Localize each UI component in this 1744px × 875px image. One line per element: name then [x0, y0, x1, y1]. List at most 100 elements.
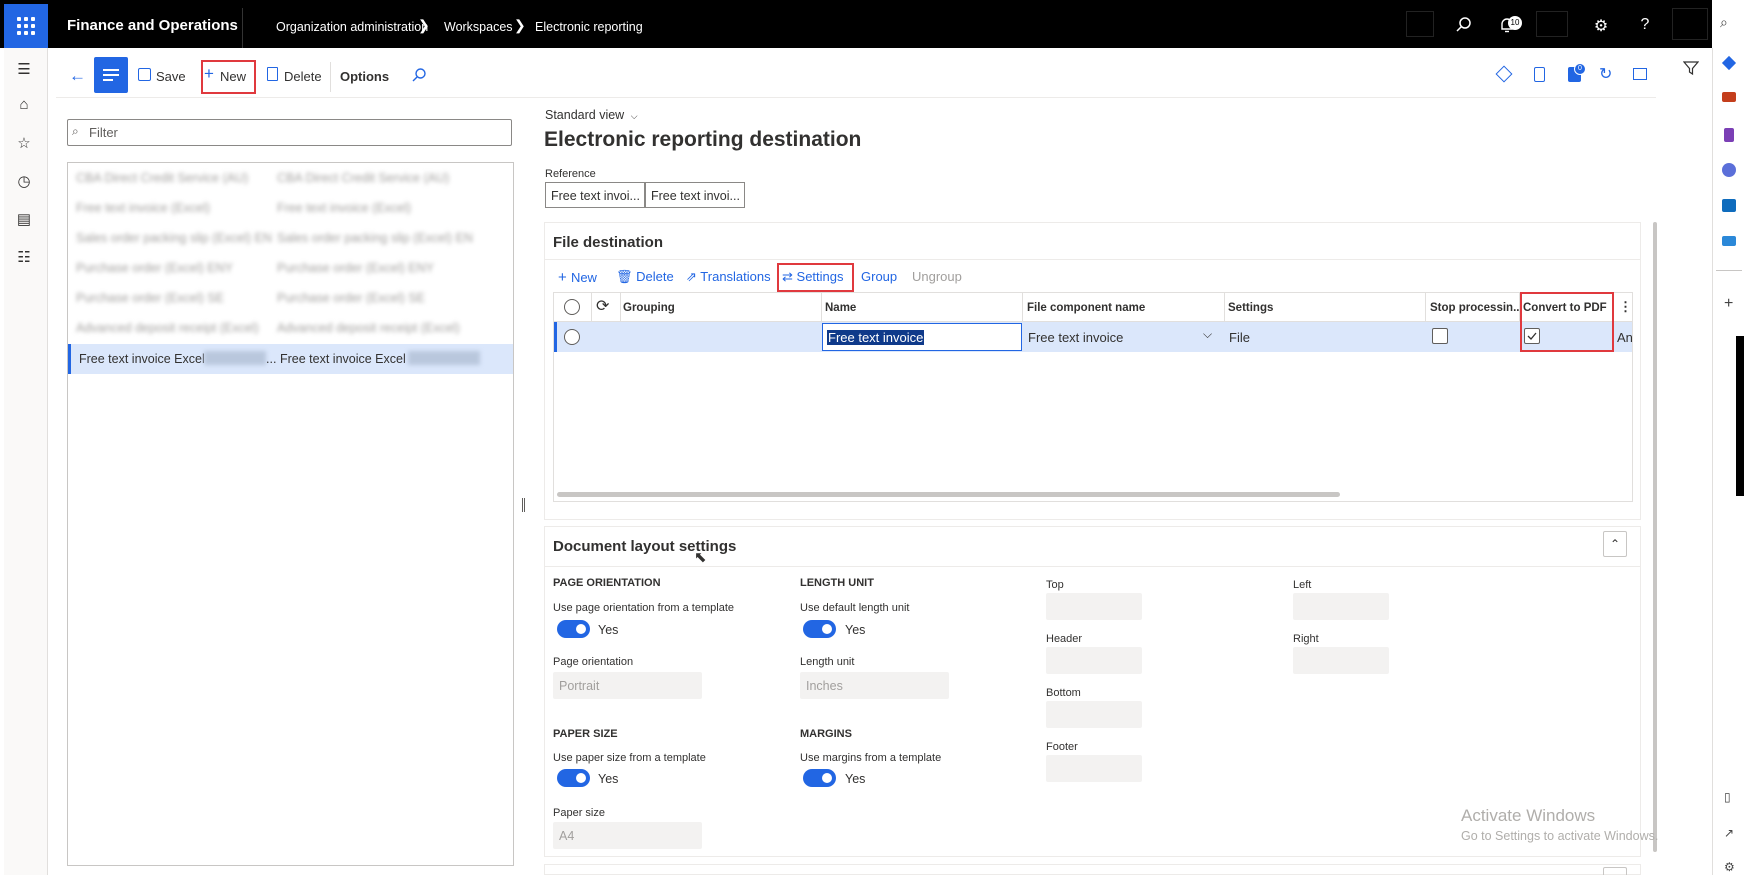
open-in-new-window-icon[interactable] [1633, 68, 1647, 80]
settings-button[interactable]: ⇄ Settings [782, 269, 844, 285]
help-icon[interactable]: ? [1633, 16, 1657, 34]
favorites-star-icon[interactable]: ☆ [15, 134, 33, 152]
reference-label: Reference [545, 168, 596, 180]
filter-input[interactable] [67, 119, 512, 146]
outlook-icon[interactable] [1722, 199, 1736, 212]
modules-list-icon[interactable]: ☷ [15, 248, 33, 266]
pane-splitter-handle[interactable] [522, 498, 525, 512]
list-item[interactable]: CBA Direct Credit Service (AU) CBA Direc… [68, 163, 513, 193]
search-icon[interactable]: ⌕ [1720, 14, 1728, 31]
horizontal-scrollbar[interactable] [557, 492, 1340, 497]
file-component-name-value[interactable]: Free text invoice [1028, 330, 1123, 345]
length-unit-toggle[interactable] [803, 620, 836, 638]
stop-processing-checkbox[interactable] [1432, 328, 1448, 344]
scroll-thumb[interactable] [1736, 336, 1744, 496]
external-link-icon[interactable]: ↗ [1724, 826, 1734, 840]
settings-column-header[interactable]: Settings [1228, 302, 1273, 314]
toolbox-icon[interactable] [1722, 92, 1736, 102]
app-title[interactable]: Finance and Operations [67, 17, 238, 34]
margins-toggle-label: Use margins from a template [800, 752, 942, 764]
list-item[interactable]: Sales order packing slip (Excel) EN Sale… [68, 223, 513, 253]
paper-size-toggle[interactable] [557, 769, 590, 787]
translations-button[interactable]: ⇗ Translations [686, 269, 771, 285]
list-item-description: Free text invoice Excel [280, 352, 406, 366]
office-icon[interactable] [1722, 163, 1736, 177]
grid-new-button[interactable]: + New [558, 269, 597, 286]
list-item[interactable]: Advanced deposit receipt (Excel) Advance… [68, 313, 513, 343]
stop-processing-column-header[interactable]: Stop processin... [1430, 302, 1523, 314]
collapse-section-button[interactable]: ⌃ [1603, 531, 1627, 557]
page-orientation-label: Page orientation [553, 656, 634, 668]
paper-size-field[interactable]: A4 [553, 822, 702, 849]
page-orientation-field[interactable]: Portrait [553, 672, 702, 699]
avatar[interactable] [1672, 8, 1708, 40]
recent-clock-icon[interactable]: ◷ [15, 172, 33, 190]
file-component-name-column-header[interactable]: File component name [1027, 302, 1145, 314]
back-arrow-icon[interactable]: ← [69, 66, 86, 86]
list-item-name: Sales order packing slip (Excel) EN [76, 231, 272, 245]
reference-field-2[interactable]: Free text invoi... [645, 182, 745, 208]
list-item[interactable]: Free text invoice (Excel) Free text invo… [68, 193, 513, 223]
name-input-value: Free text invoice [827, 330, 925, 345]
save-button[interactable]: Save [156, 69, 186, 84]
search-icon[interactable] [411, 67, 427, 83]
breadcrumb-electronic-reporting[interactable]: Electronic reporting [535, 20, 643, 34]
ungroup-button[interactable]: Ungroup [912, 269, 962, 284]
add-icon[interactable]: + [1724, 295, 1733, 313]
refresh-icon[interactable]: ↻ [1599, 64, 1612, 84]
list-item[interactable]: Purchase order (Excel) SE Purchase order… [68, 283, 513, 313]
sidebar-toggle-icon[interactable]: ▯ [1724, 790, 1731, 804]
length-unit-field[interactable]: Inches [800, 672, 949, 699]
top-margin-label: Top [1046, 579, 1064, 591]
office-icon[interactable] [1534, 67, 1545, 82]
list-item-selected[interactable]: Free text invoice Excel ... Free text in… [68, 344, 513, 374]
search-icon[interactable] [1455, 16, 1479, 34]
column-options-icon[interactable]: ⋮ [1619, 299, 1632, 315]
hamburger-menu-icon[interactable]: ☰ [15, 60, 33, 78]
home-icon[interactable]: ⌂ [15, 96, 33, 114]
app-launcher-waffle-icon[interactable] [4, 4, 48, 48]
breadcrumb-organization-administration[interactable]: Organization administration [276, 20, 428, 34]
company-picker[interactable] [1406, 11, 1434, 37]
delete-button[interactable]: Delete [284, 69, 322, 84]
new-button[interactable]: New [220, 69, 246, 84]
expand-section-button[interactable] [1603, 867, 1627, 875]
grouping-column-header[interactable]: Grouping [623, 302, 675, 314]
list-item-description: CBA Direct Credit Service (AU) [277, 171, 450, 185]
group-button[interactable]: Group [861, 269, 897, 284]
select-all-radio[interactable] [564, 299, 580, 315]
page-orientation-toggle[interactable] [557, 620, 590, 638]
gear-icon[interactable]: ⚙ [1589, 16, 1613, 36]
refresh-icon[interactable]: ⟳ [596, 296, 609, 316]
top-margin-field[interactable] [1046, 593, 1142, 620]
bottom-margin-label: Bottom [1046, 687, 1081, 699]
grid-delete-button[interactable]: 🗑 Delete [616, 269, 674, 285]
copilot-icon[interactable] [1721, 55, 1737, 71]
name-input[interactable]: Free text invoice [822, 323, 1022, 351]
send-icon[interactable] [1722, 236, 1736, 246]
left-margin-field[interactable] [1293, 593, 1389, 620]
content-scrollbar[interactable] [1653, 222, 1657, 852]
breadcrumb-workspaces[interactable]: Workspaces [444, 20, 513, 34]
header-margin-field[interactable] [1046, 647, 1142, 674]
convert-to-pdf-checkbox[interactable] [1524, 328, 1540, 344]
filter-funnel-icon[interactable] [1683, 60, 1699, 76]
chevron-down-icon[interactable]: ⌵ [1203, 327, 1212, 342]
bottom-margin-field[interactable] [1046, 701, 1142, 728]
divider [544, 259, 1641, 260]
view-selector[interactable]: Standard view ⌵ [545, 108, 638, 122]
list-item[interactable]: Purchase order (Excel) ENY Purchase orde… [68, 253, 513, 283]
list-view-button[interactable] [94, 57, 128, 93]
reference-field-1[interactable]: Free text invoi... [545, 182, 645, 208]
row-select-radio[interactable] [564, 329, 580, 345]
footer-margin-field[interactable] [1046, 755, 1142, 782]
gear-icon[interactable]: ⚙ [1724, 860, 1735, 874]
workspaces-icon[interactable]: ▤ [15, 210, 33, 228]
person-icon[interactable] [1724, 128, 1734, 142]
list-item-description: Purchase order (Excel) SE [277, 291, 425, 305]
right-margin-field[interactable] [1293, 647, 1389, 674]
next-section [544, 864, 1641, 875]
name-column-header[interactable]: Name [825, 302, 856, 314]
options-tab[interactable]: Options [340, 69, 389, 84]
margins-toggle[interactable] [803, 769, 836, 787]
